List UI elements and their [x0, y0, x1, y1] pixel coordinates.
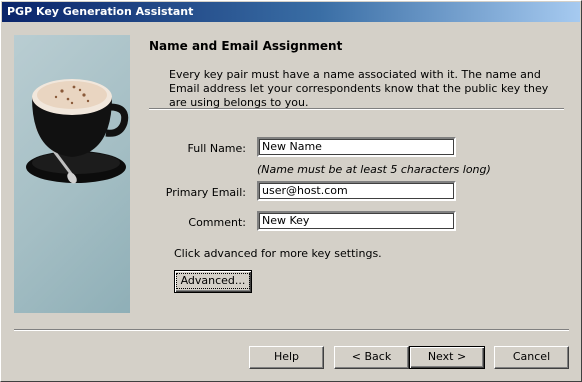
comment-field[interactable]: New Key: [257, 211, 456, 231]
window-title: PGP Key Generation Assistant: [2, 2, 580, 22]
dialog-window: PGP Key Generation Assistant Name and Em…: [0, 0, 582, 382]
advanced-button[interactable]: Advanced...: [174, 270, 252, 293]
intro-text: Every key pair must have a name associat…: [169, 68, 549, 109]
next-button[interactable]: Next >: [409, 346, 485, 369]
page-title: Name and Email Assignment: [149, 39, 343, 53]
full-name-label: Full Name:: [187, 142, 246, 155]
full-name-field[interactable]: New Name: [257, 137, 456, 157]
help-button[interactable]: Help: [249, 346, 324, 369]
coffee-cup-icon: [26, 79, 129, 184]
comment-label: Comment:: [188, 216, 246, 229]
cancel-button[interactable]: Cancel: [494, 346, 569, 369]
divider-top: [149, 108, 564, 110]
primary-email-field[interactable]: user@host.com: [257, 181, 456, 201]
divider-bottom: [14, 329, 569, 331]
advanced-hint-text: Click advanced for more key settings.: [174, 247, 382, 260]
primary-email-label: Primary Email:: [165, 186, 246, 199]
back-button[interactable]: < Back: [334, 346, 409, 369]
name-length-note: (Name must be at least 5 characters long…: [257, 163, 491, 176]
advanced-button-label: Advanced...: [175, 273, 251, 289]
side-image-panel: [14, 35, 130, 313]
